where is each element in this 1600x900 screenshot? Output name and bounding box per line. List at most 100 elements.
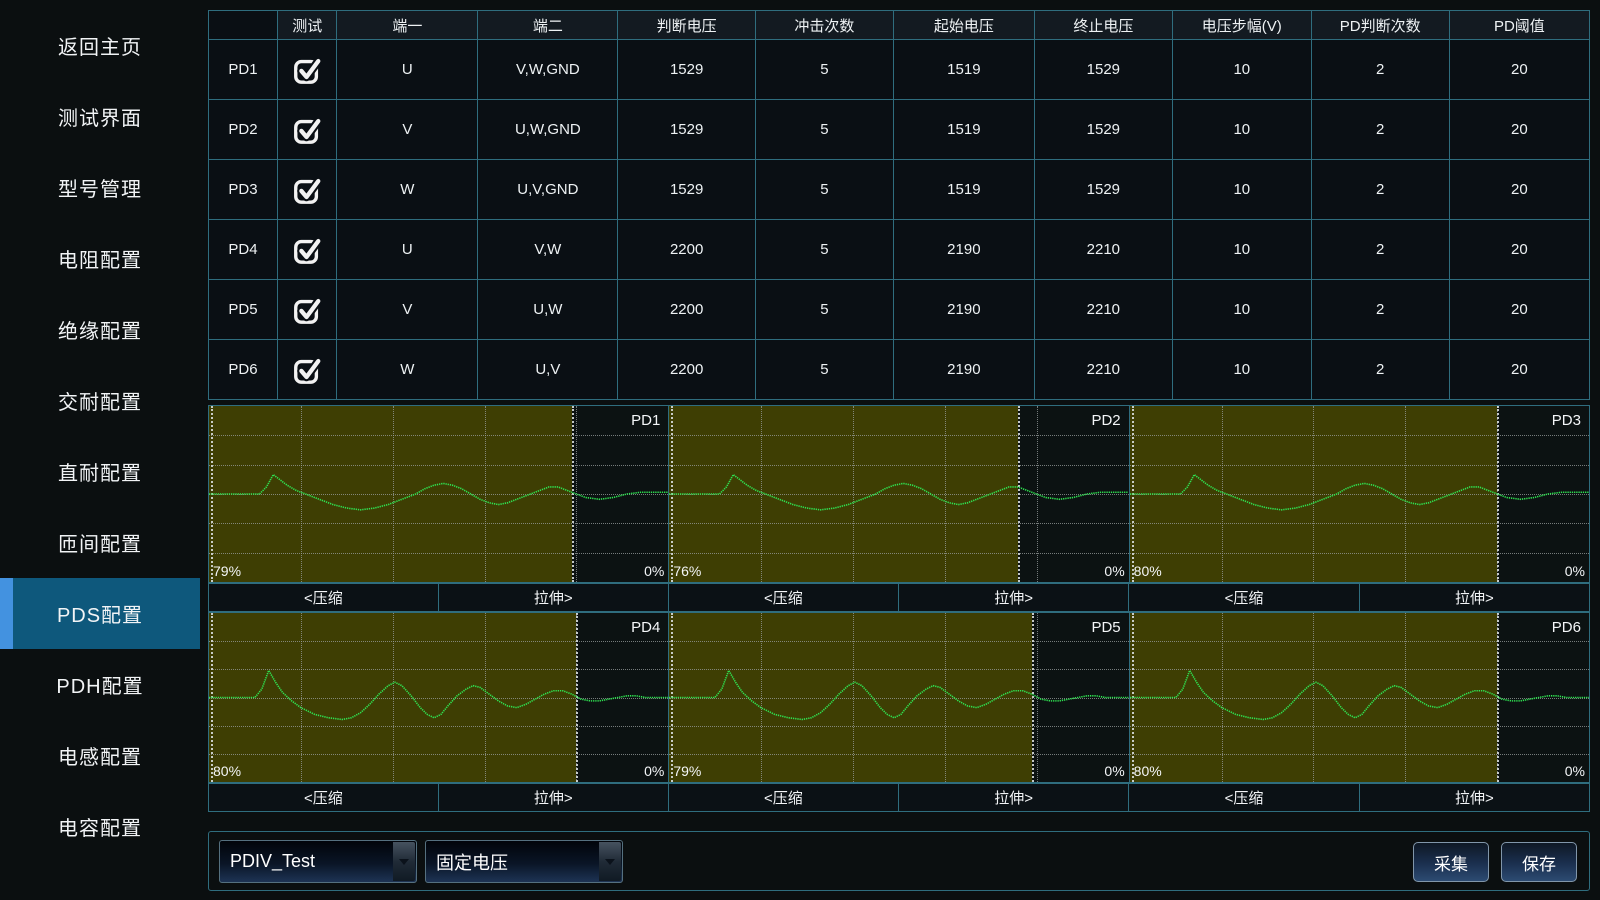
cell-end-voltage[interactable]: 2210 bbox=[1034, 220, 1172, 280]
cell-judge-voltage[interactable]: 1529 bbox=[618, 160, 755, 220]
sidebar-item-insulation-config[interactable]: 绝缘配置 bbox=[0, 294, 200, 365]
sidebar-item-label: 测试界面 bbox=[58, 102, 142, 131]
cell-end-voltage[interactable]: 1529 bbox=[1034, 100, 1172, 160]
cell-impulse-count[interactable]: 5 bbox=[755, 280, 893, 340]
test-checkbox[interactable] bbox=[278, 40, 337, 100]
stretch-button-pd5[interactable]: 拉伸> bbox=[898, 783, 1129, 812]
stretch-button-pd1[interactable]: 拉伸> bbox=[438, 583, 669, 612]
test-checkbox[interactable] bbox=[278, 280, 337, 340]
stretch-button-pd2[interactable]: 拉伸> bbox=[898, 583, 1129, 612]
cell-end2[interactable]: U,W bbox=[478, 280, 618, 340]
test-checkbox[interactable] bbox=[278, 220, 337, 280]
cell-pd-threshold[interactable]: 20 bbox=[1449, 340, 1589, 400]
cell-impulse-count[interactable]: 5 bbox=[755, 340, 893, 400]
test-checkbox[interactable] bbox=[278, 340, 337, 400]
cell-end2[interactable]: U,W,GND bbox=[478, 100, 618, 160]
cell-pd-judge-count[interactable]: 2 bbox=[1311, 100, 1449, 160]
cell-pd-judge-count[interactable]: 2 bbox=[1311, 160, 1449, 220]
sidebar-item-home[interactable]: 返回主页 bbox=[0, 10, 200, 81]
cell-end1[interactable]: V bbox=[337, 280, 478, 340]
cell-end-voltage[interactable]: 1529 bbox=[1034, 160, 1172, 220]
stretch-button-pd3[interactable]: 拉伸> bbox=[1359, 583, 1590, 612]
zoom-pair-pd5: <压缩 拉伸> bbox=[669, 783, 1130, 812]
compress-button-pd3[interactable]: <压缩 bbox=[1128, 583, 1359, 612]
stretch-button-pd6[interactable]: 拉伸> bbox=[1359, 783, 1590, 812]
sidebar-item-capacitance-config[interactable]: 电容配置 bbox=[0, 791, 200, 862]
chart-right-percent: 0% bbox=[1104, 763, 1124, 779]
cell-impulse-count[interactable]: 5 bbox=[755, 160, 893, 220]
compress-button-pd6[interactable]: <压缩 bbox=[1128, 783, 1359, 812]
cell-voltage-step[interactable]: 10 bbox=[1172, 340, 1311, 400]
cell-voltage-step[interactable]: 10 bbox=[1172, 160, 1311, 220]
cell-pd-judge-count[interactable]: 2 bbox=[1311, 40, 1449, 100]
sidebar-item-model-management[interactable]: 型号管理 bbox=[0, 152, 200, 223]
cell-voltage-step[interactable]: 10 bbox=[1172, 280, 1311, 340]
cell-pd-threshold[interactable]: 20 bbox=[1449, 160, 1589, 220]
waveform-line bbox=[1130, 613, 1589, 782]
cell-pd-threshold[interactable]: 20 bbox=[1449, 280, 1589, 340]
cell-impulse-count[interactable]: 5 bbox=[755, 220, 893, 280]
zoom-bar-2: <压缩 拉伸> <压缩 拉伸> <压缩 拉伸> bbox=[208, 783, 1590, 812]
cell-end2[interactable]: V,W,GND bbox=[478, 40, 618, 100]
cell-start-voltage[interactable]: 1519 bbox=[893, 160, 1034, 220]
cell-end1[interactable]: V bbox=[337, 100, 478, 160]
sidebar-item-label: 匝间配置 bbox=[58, 528, 142, 557]
chart-title: PD3 bbox=[1552, 412, 1581, 429]
cell-voltage-step[interactable]: 10 bbox=[1172, 40, 1311, 100]
cell-start-voltage[interactable]: 2190 bbox=[893, 340, 1034, 400]
cell-judge-voltage[interactable]: 2200 bbox=[618, 280, 755, 340]
sidebar-item-inductance-config[interactable]: 电感配置 bbox=[0, 720, 200, 791]
cell-end2[interactable]: U,V,GND bbox=[478, 160, 618, 220]
collect-button[interactable]: 采集 bbox=[1413, 842, 1489, 882]
cell-impulse-count[interactable]: 5 bbox=[755, 100, 893, 160]
sidebar-item-ac-withstand-config[interactable]: 交耐配置 bbox=[0, 365, 200, 436]
cell-pd-threshold[interactable]: 20 bbox=[1449, 220, 1589, 280]
cell-end1[interactable]: W bbox=[337, 160, 478, 220]
cell-judge-voltage[interactable]: 1529 bbox=[618, 40, 755, 100]
sidebar-item-resistance-config[interactable]: 电阻配置 bbox=[0, 223, 200, 294]
cell-judge-voltage[interactable]: 1529 bbox=[618, 100, 755, 160]
sidebar-item-pds-config[interactable]: PDS配置 bbox=[0, 578, 200, 649]
cell-pd-judge-count[interactable]: 2 bbox=[1311, 280, 1449, 340]
cell-end1[interactable]: U bbox=[337, 220, 478, 280]
sidebar-item-pdh-config[interactable]: PDH配置 bbox=[0, 649, 200, 720]
cell-pd-threshold[interactable]: 20 bbox=[1449, 100, 1589, 160]
cell-start-voltage[interactable]: 2190 bbox=[893, 280, 1034, 340]
test-checkbox[interactable] bbox=[278, 100, 337, 160]
stretch-button-pd4[interactable]: 拉伸> bbox=[438, 783, 669, 812]
cell-end2[interactable]: V,W bbox=[478, 220, 618, 280]
cell-end-voltage[interactable]: 1529 bbox=[1034, 40, 1172, 100]
cell-start-voltage[interactable]: 2190 bbox=[893, 220, 1034, 280]
waveform-chart-pd3: PD380%0% bbox=[1129, 405, 1590, 583]
cell-impulse-count[interactable]: 5 bbox=[755, 40, 893, 100]
test-checkbox[interactable] bbox=[278, 160, 337, 220]
waveform-line bbox=[669, 406, 1128, 582]
sidebar-item-interturn-config[interactable]: 匝间配置 bbox=[0, 507, 200, 578]
cell-start-voltage[interactable]: 1519 bbox=[893, 100, 1034, 160]
sidebar-item-dc-withstand-config[interactable]: 直耐配置 bbox=[0, 436, 200, 507]
compress-button-pd5[interactable]: <压缩 bbox=[668, 783, 899, 812]
cell-end2[interactable]: U,V bbox=[478, 340, 618, 400]
sidebar-item-label: 电容配置 bbox=[58, 812, 142, 841]
compress-button-pd2[interactable]: <压缩 bbox=[668, 583, 899, 612]
header-judge-voltage: 判断电压 bbox=[618, 11, 755, 40]
cell-start-voltage[interactable]: 1519 bbox=[893, 40, 1034, 100]
compress-button-pd4[interactable]: <压缩 bbox=[208, 783, 439, 812]
compress-button-pd1[interactable]: <压缩 bbox=[208, 583, 439, 612]
cell-end-voltage[interactable]: 2210 bbox=[1034, 340, 1172, 400]
test-type-dropdown[interactable]: PDIV_Test bbox=[219, 840, 417, 883]
cell-judge-voltage[interactable]: 2200 bbox=[618, 220, 755, 280]
cell-pd-judge-count[interactable]: 2 bbox=[1311, 220, 1449, 280]
cell-end-voltage[interactable]: 2210 bbox=[1034, 280, 1172, 340]
waveform-line bbox=[1130, 406, 1589, 582]
cell-end1[interactable]: W bbox=[337, 340, 478, 400]
cell-end1[interactable]: U bbox=[337, 40, 478, 100]
cell-voltage-step[interactable]: 10 bbox=[1172, 100, 1311, 160]
save-button[interactable]: 保存 bbox=[1501, 842, 1577, 882]
cell-voltage-step[interactable]: 10 bbox=[1172, 220, 1311, 280]
cell-pd-judge-count[interactable]: 2 bbox=[1311, 340, 1449, 400]
sidebar-item-test-screen[interactable]: 测试界面 bbox=[0, 81, 200, 152]
cell-pd-threshold[interactable]: 20 bbox=[1449, 40, 1589, 100]
voltage-mode-dropdown[interactable]: 固定电压 bbox=[425, 840, 623, 883]
cell-judge-voltage[interactable]: 2200 bbox=[618, 340, 755, 400]
